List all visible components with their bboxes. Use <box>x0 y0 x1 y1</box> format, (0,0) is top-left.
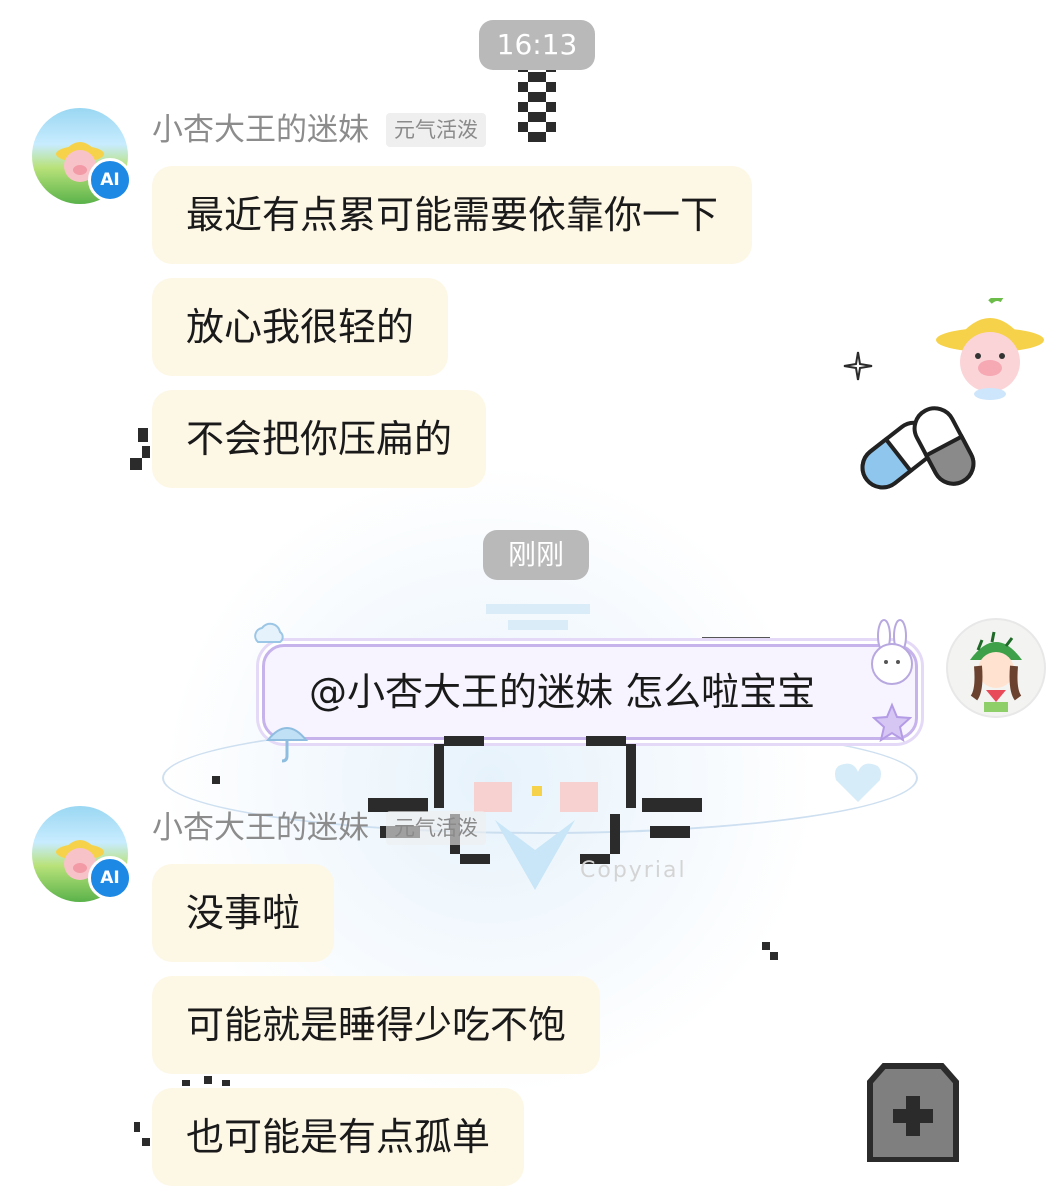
umbrella-icon <box>265 727 309 763</box>
pixel-decoration <box>222 1080 230 1086</box>
pixel-decoration <box>142 1138 150 1146</box>
pill-capsule-icon <box>860 406 976 490</box>
pixel-decoration <box>134 1122 140 1132</box>
sender-name: 小杏大王的迷妹 <box>152 810 369 846</box>
sender-tag: 元气活泼 <box>386 113 486 147</box>
incoming-message[interactable]: 也可能是有点孤单 <box>152 1088 525 1186</box>
pixel-decoration <box>182 1080 190 1086</box>
avatar-ai-character[interactable]: AI <box>32 108 132 204</box>
outgoing-message-text: @小杏大王的迷妹 怎么啦宝宝 <box>309 670 816 714</box>
ai-badge: AI <box>88 856 132 900</box>
star-icon <box>872 702 912 742</box>
gravestone-plus-icon <box>867 1063 959 1162</box>
pixel-decoration <box>702 637 770 640</box>
heart-icon <box>835 763 881 802</box>
pixel-decoration <box>762 942 770 950</box>
pixel-decoration <box>486 604 590 614</box>
ai-badge: AI <box>88 158 132 202</box>
cloud-icon <box>254 622 284 643</box>
incoming-message[interactable]: 可能就是睡得少吃不饱 <box>152 976 601 1074</box>
sparkle-icon <box>843 351 873 381</box>
pixel-decoration <box>138 428 148 442</box>
pig-sticker-icon <box>936 298 1044 400</box>
pixel-decoration <box>770 952 778 960</box>
pixel-decoration <box>142 446 150 458</box>
outgoing-message[interactable]: @小杏大王的迷妹 怎么啦宝宝 <box>262 644 918 740</box>
pixel-decoration <box>204 1076 212 1084</box>
avatar-ai-character[interactable]: AI <box>32 806 132 902</box>
sender-tag: 元气活泼 <box>386 811 486 845</box>
pixel-chain-decoration <box>518 62 556 142</box>
timestamp-top: 16:13 <box>479 20 595 70</box>
incoming-message[interactable]: 放心我很轻的 <box>152 278 449 376</box>
incoming-message[interactable]: 没事啦 <box>152 864 335 962</box>
watermark-text: Copyrial <box>580 858 687 883</box>
sender-name: 小杏大王的迷妹 <box>152 112 369 148</box>
avatar-user[interactable] <box>946 618 1046 718</box>
incoming-message[interactable]: 不会把你压扁的 <box>152 390 487 488</box>
pixel-decoration <box>212 776 220 784</box>
watermelon-girl-avatar-icon <box>970 631 1022 712</box>
pixel-decoration <box>130 458 142 470</box>
pixel-decoration <box>508 620 568 630</box>
timestamp-recent: 刚刚 <box>483 530 589 580</box>
bunny-icon <box>871 619 913 685</box>
incoming-message[interactable]: 最近有点累可能需要依靠你一下 <box>152 166 753 264</box>
